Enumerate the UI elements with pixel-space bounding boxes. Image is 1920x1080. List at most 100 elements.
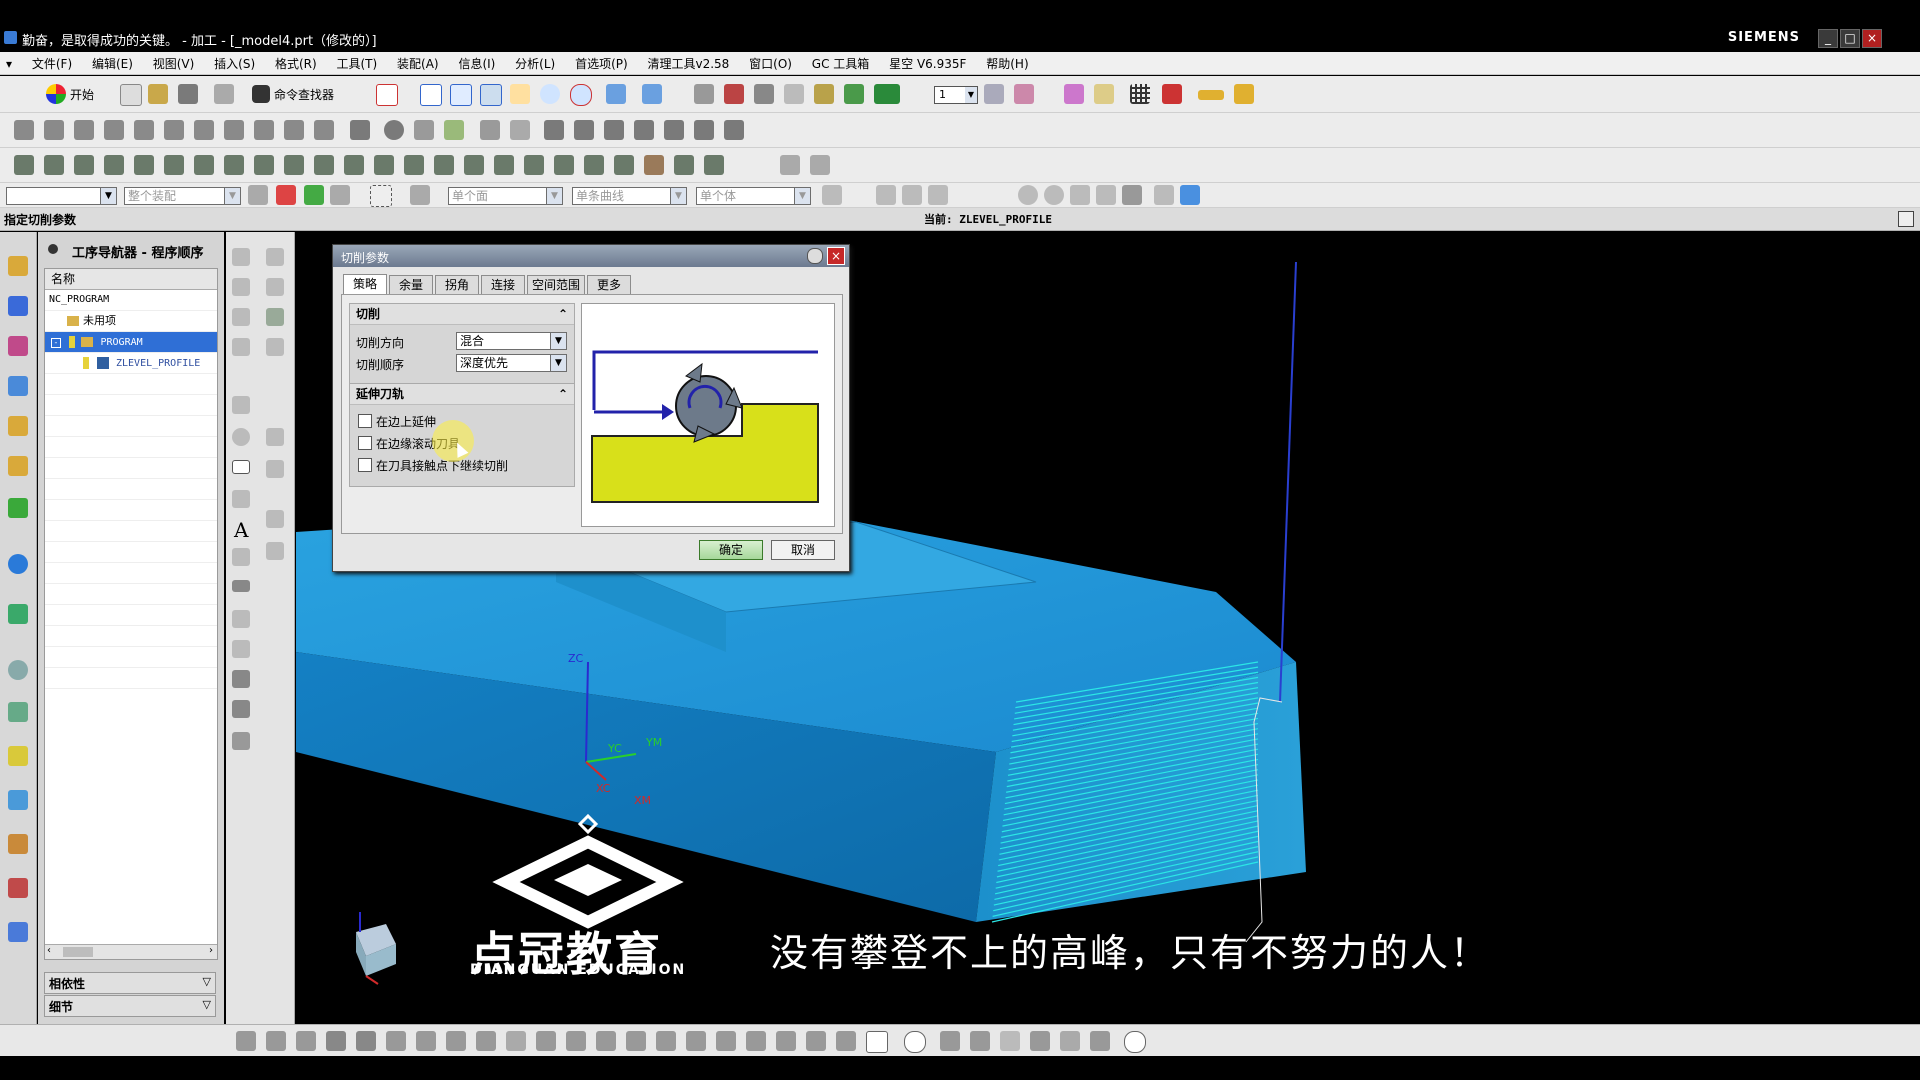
rectangle-select-icon[interactable] bbox=[866, 1031, 888, 1053]
roll-tool-over-edges-checkbox[interactable] bbox=[358, 436, 372, 450]
gusset-icon[interactable] bbox=[674, 155, 694, 175]
details-panel[interactable]: 细节 ▽ bbox=[44, 995, 216, 1017]
extract-icon[interactable] bbox=[476, 1031, 496, 1051]
menu-preferences[interactable]: 首选项(P) bbox=[567, 52, 636, 72]
box-icon[interactable] bbox=[480, 120, 500, 140]
create-tool-icon[interactable] bbox=[44, 120, 64, 140]
magnify-icon[interactable] bbox=[480, 84, 502, 106]
shop-doc-icon[interactable] bbox=[284, 120, 304, 140]
unite-icon[interactable] bbox=[14, 155, 34, 175]
split-icon[interactable] bbox=[724, 120, 744, 140]
draft-icon[interactable] bbox=[224, 155, 244, 175]
derived-line-icon[interactable] bbox=[266, 338, 284, 356]
layer-plane-icon[interactable] bbox=[566, 1031, 586, 1051]
intersect-icon[interactable] bbox=[74, 155, 94, 175]
dialog-title-bar[interactable]: 切削参数 × bbox=[333, 245, 849, 267]
filter-icon[interactable] bbox=[248, 185, 268, 205]
groove-icon[interactable] bbox=[614, 155, 634, 175]
offset-icon[interactable] bbox=[664, 120, 684, 140]
fixture-icon[interactable] bbox=[776, 1031, 796, 1051]
clock-icon[interactable] bbox=[8, 660, 28, 680]
chevron-up-icon[interactable]: ⌃ bbox=[558, 304, 568, 324]
fit-view-icon[interactable] bbox=[376, 84, 398, 106]
view-cube-icon[interactable] bbox=[606, 84, 626, 104]
sphere-icon[interactable] bbox=[384, 120, 404, 140]
ok-button[interactable]: 确定 bbox=[699, 540, 763, 560]
extend-at-edges-checkbox[interactable] bbox=[358, 414, 372, 428]
pull-face-icon[interactable] bbox=[494, 155, 514, 175]
curve-tool-icon[interactable] bbox=[386, 1031, 406, 1051]
snapshot-icon[interactable] bbox=[1000, 1031, 1020, 1051]
create-program-icon[interactable] bbox=[14, 120, 34, 140]
face-rule-select[interactable]: 单个面 ▼ bbox=[448, 187, 563, 205]
verify-path-icon[interactable] bbox=[224, 120, 244, 140]
stop-icon[interactable] bbox=[970, 1031, 990, 1051]
tree-item-unused[interactable]: 未用项 bbox=[45, 311, 217, 332]
resize-face-icon[interactable] bbox=[464, 155, 484, 175]
save-icon[interactable] bbox=[178, 84, 198, 104]
operation-navigator-icon[interactable] bbox=[8, 296, 28, 316]
visualization-icon[interactable] bbox=[8, 790, 28, 810]
gear-icon[interactable] bbox=[807, 248, 823, 264]
snap-curve-icon[interactable] bbox=[1096, 185, 1116, 205]
blue-cube-icon[interactable] bbox=[1180, 185, 1200, 205]
hole-icon[interactable] bbox=[164, 155, 184, 175]
pocket-icon[interactable] bbox=[554, 155, 574, 175]
zoom-window-icon[interactable] bbox=[420, 84, 442, 106]
polygon-select-icon[interactable] bbox=[904, 1031, 926, 1053]
snap-point-icon[interactable] bbox=[1070, 185, 1090, 205]
marker-icon[interactable] bbox=[1060, 1031, 1080, 1051]
layer-select[interactable]: 1 ▼ bbox=[934, 86, 978, 104]
layer-icon[interactable] bbox=[814, 84, 834, 104]
ruler-icon[interactable] bbox=[1234, 84, 1254, 104]
deselect-icon[interactable] bbox=[304, 185, 324, 205]
layout-icon[interactable] bbox=[8, 922, 28, 942]
line-icon[interactable] bbox=[232, 396, 250, 414]
zoom-icon[interactable] bbox=[450, 84, 472, 106]
snap-face-icon[interactable] bbox=[1122, 185, 1142, 205]
through-curves-icon[interactable] bbox=[232, 640, 250, 658]
extend-path-section-header[interactable]: 延伸刀轨 ⌃ bbox=[350, 384, 574, 405]
cut-direction-select[interactable]: 混合 ▼ bbox=[456, 332, 567, 350]
menu-app-icon[interactable]: ▾ bbox=[0, 54, 20, 71]
orient-view-icon[interactable] bbox=[570, 84, 592, 106]
paint-icon[interactable] bbox=[1030, 1031, 1050, 1051]
collapse-icon[interactable]: - bbox=[51, 338, 61, 348]
verify-icon[interactable] bbox=[806, 1031, 826, 1051]
trim-icon[interactable] bbox=[694, 120, 714, 140]
constraint-icon[interactable] bbox=[266, 248, 284, 266]
patch-icon[interactable] bbox=[314, 155, 334, 175]
snap-center-icon[interactable] bbox=[1018, 185, 1038, 205]
history-icon[interactable] bbox=[8, 498, 28, 518]
people-icon[interactable] bbox=[8, 834, 28, 854]
part-navigator-icon[interactable] bbox=[8, 376, 28, 396]
select-box-icon[interactable] bbox=[370, 185, 392, 207]
mirror-icon[interactable] bbox=[104, 155, 124, 175]
snap-grid-icon[interactable] bbox=[1162, 84, 1182, 104]
snap-endpoint-icon[interactable] bbox=[822, 185, 842, 205]
measure-icon[interactable] bbox=[1198, 90, 1224, 100]
circle-icon[interactable] bbox=[1124, 1031, 1146, 1053]
tab-containment[interactable]: 空间范围 bbox=[527, 275, 585, 295]
profile-icon[interactable] bbox=[232, 248, 250, 266]
palette-icon[interactable] bbox=[8, 878, 28, 898]
sketch-icon[interactable] bbox=[414, 120, 434, 140]
close-button[interactable]: × bbox=[1862, 29, 1882, 48]
generate-path-icon[interactable] bbox=[164, 120, 184, 140]
n-sided-icon[interactable] bbox=[232, 700, 250, 718]
surface-icon[interactable] bbox=[232, 580, 250, 592]
horizontal-scrollbar[interactable]: ‹ › bbox=[45, 944, 217, 959]
sew-icon[interactable] bbox=[284, 155, 304, 175]
sketch-on-plane-icon[interactable] bbox=[266, 1031, 286, 1051]
rotate-icon[interactable] bbox=[540, 84, 560, 104]
scroll-right-icon[interactable]: › bbox=[209, 945, 213, 956]
mirror-curve-icon[interactable] bbox=[266, 428, 284, 446]
menu-tools[interactable]: 工具(T) bbox=[329, 52, 386, 72]
tab-strategy[interactable]: 策略 bbox=[343, 274, 387, 295]
cancel-button[interactable]: 取消 bbox=[771, 540, 835, 560]
fillet-icon[interactable] bbox=[266, 308, 284, 326]
studio-surface-icon[interactable] bbox=[232, 732, 250, 750]
block-icon[interactable] bbox=[716, 1031, 736, 1051]
select-feature-icon[interactable] bbox=[236, 1031, 256, 1051]
snap-control-icon[interactable] bbox=[902, 185, 922, 205]
